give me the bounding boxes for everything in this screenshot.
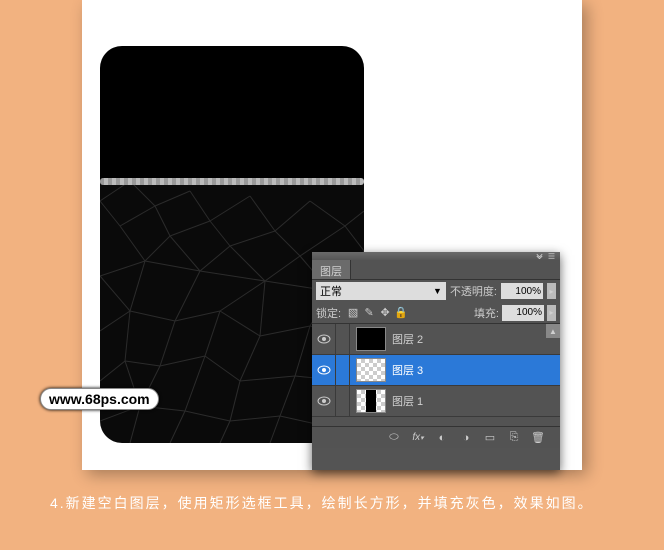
- lock-position-icon[interactable]: ✥: [378, 306, 392, 320]
- group-icon[interactable]: ▭: [482, 430, 498, 446]
- visibility-toggle[interactable]: [312, 355, 336, 386]
- panel-header[interactable]: [312, 252, 560, 260]
- layer-fx-icon[interactable]: fx▾: [410, 430, 426, 446]
- collapse-icon[interactable]: [535, 253, 544, 259]
- opacity-label: 不透明度:: [450, 283, 497, 299]
- link-layers-icon[interactable]: ⬭: [386, 430, 402, 446]
- visibility-toggle[interactable]: [312, 324, 336, 355]
- panel-footer: ⬭ fx▾ ◐ ◑ ▭ ⎘ 🗑: [312, 426, 560, 448]
- fill-value[interactable]: 100%: [502, 305, 544, 321]
- layer-row-selected[interactable]: 图层 3: [312, 355, 560, 386]
- lock-pixels-icon[interactable]: ✎: [362, 306, 376, 320]
- blend-mode-value: 正常: [320, 283, 342, 299]
- opacity-flyout-icon[interactable]: ▸: [547, 283, 556, 299]
- selection-marquee: [100, 176, 364, 187]
- menu-icon[interactable]: [547, 253, 556, 259]
- scroll-up-icon[interactable]: ▲: [546, 324, 560, 338]
- delete-layer-icon[interactable]: 🗑: [530, 430, 546, 446]
- layer-list: ▲ 图层 2 图层 3 图层 1 ⬭ fx▾ ◐ ◑ ▭ ⎘ 🗑: [312, 324, 560, 448]
- layers-panel: 图层 正常 ▼ 不透明度: 100% ▸ 锁定: ▧ ✎ ✥ 🔒 填充: 100…: [312, 252, 560, 470]
- panel-tabs: 图层: [312, 260, 560, 280]
- chevron-down-icon: ▼: [433, 286, 442, 296]
- layer-thumbnail: [356, 327, 386, 351]
- layer-mask-icon[interactable]: ◐: [434, 430, 450, 446]
- layer-name: 图层 3: [392, 362, 423, 378]
- layer-name: 图层 2: [392, 331, 423, 347]
- layer-name: 图层 1: [392, 393, 423, 409]
- fill-label: 填充:: [474, 305, 499, 321]
- tab-layers[interactable]: 图层: [312, 260, 351, 279]
- blend-mode-select[interactable]: 正常 ▼: [316, 282, 446, 300]
- layer-thumbnail: [356, 358, 386, 382]
- layer-row[interactable]: 图层 2: [312, 324, 560, 355]
- caption-text: 4.新建空白图层，使用矩形选框工具，绘制长方形，并填充灰色，效果如图。: [50, 490, 610, 517]
- fill-flyout-icon[interactable]: ▸: [547, 305, 556, 321]
- adjustment-layer-icon[interactable]: ◑: [458, 430, 474, 446]
- layer-row[interactable]: 图层 1: [312, 386, 560, 417]
- opacity-value[interactable]: 100%: [501, 283, 543, 299]
- layer-thumbnail: [356, 389, 386, 413]
- visibility-toggle[interactable]: [312, 386, 336, 417]
- new-layer-icon[interactable]: ⎘: [506, 430, 522, 446]
- lock-all-icon[interactable]: 🔒: [394, 306, 408, 320]
- shape-rounded-top: [100, 46, 364, 181]
- lock-transparency-icon[interactable]: ▧: [346, 306, 360, 320]
- watermark: www.68ps.com: [40, 388, 159, 410]
- lock-label: 锁定:: [316, 305, 341, 321]
